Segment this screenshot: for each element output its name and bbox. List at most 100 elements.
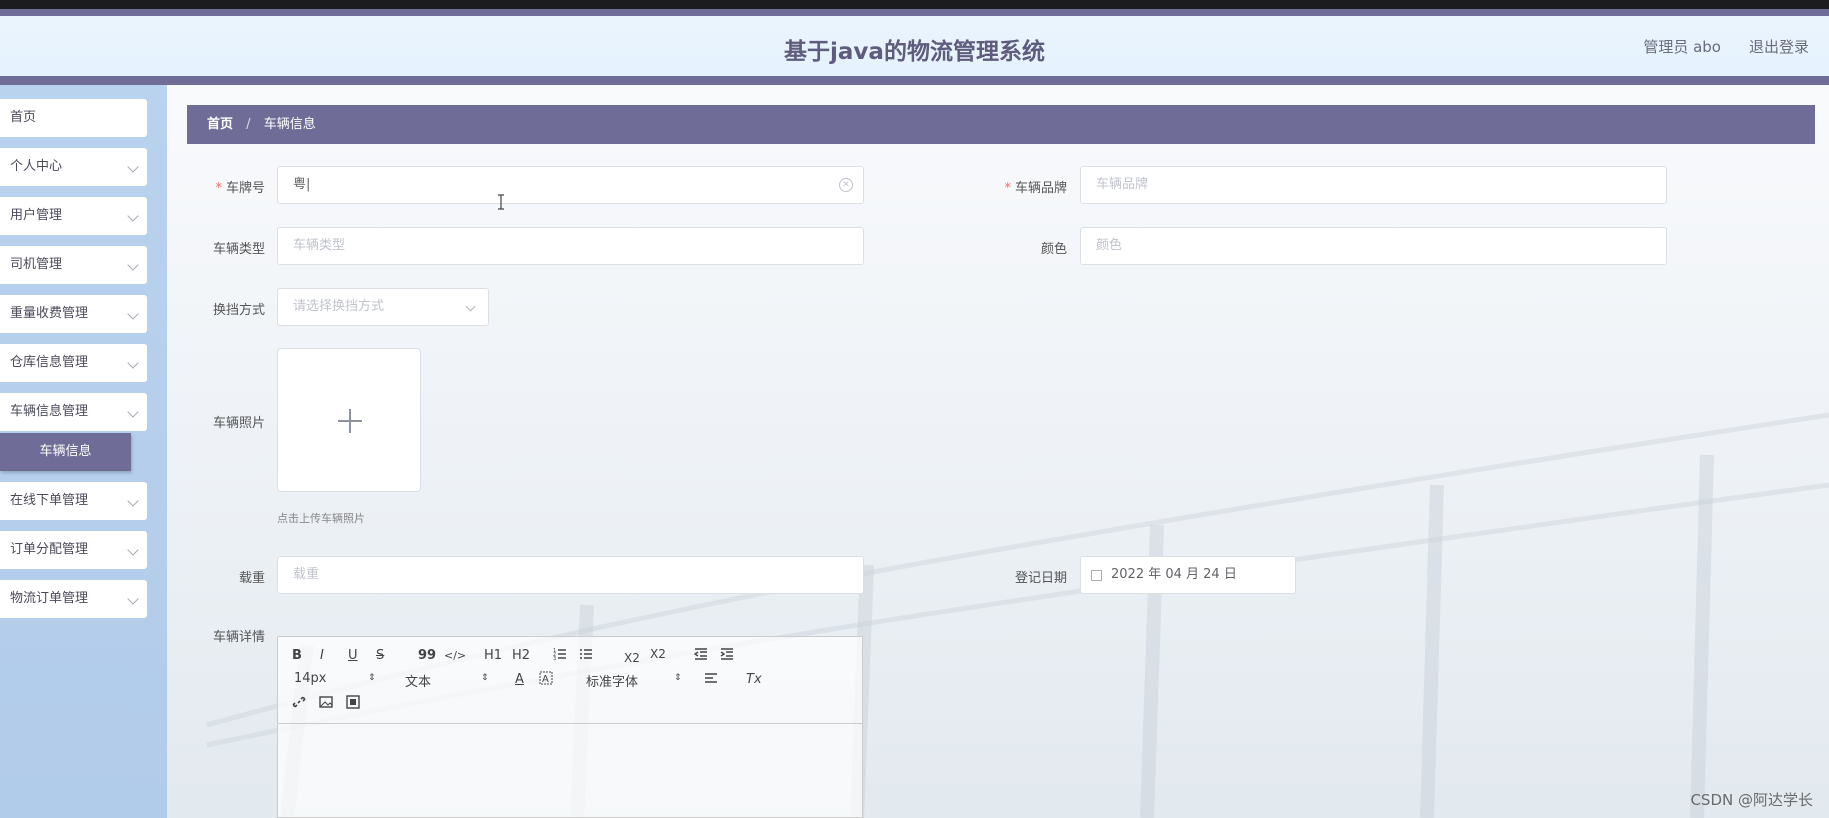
superscript-button[interactable]: X2 [650,645,666,663]
sidebar-item-label: 仓库信息管理 [10,355,89,370]
photo-upload-tip: 点击上传车辆照片 [277,512,365,525]
ordered-list-icon[interactable]: 123 [553,647,567,665]
strike-button[interactable]: S [376,647,384,665]
sidebar-item-label: 用户管理 [10,208,63,223]
chevron-down-icon [127,210,139,222]
align-left-icon[interactable] [704,671,718,689]
register-date-label: 登记日期 [1014,571,1067,586]
top-accent-strip [0,9,1829,16]
vehicle-type-label: 车辆类型 [212,242,265,257]
italic-button[interactable]: I [320,647,324,665]
sidebar-item-label: 首页 [10,110,37,125]
chevron-down-icon [127,544,139,556]
chevron-down-icon [127,593,139,605]
sidebar-item-label: 在线下单管理 [10,493,89,508]
register-date-value: 2022 年 04 月 24 日 [1111,567,1237,582]
sidebar-item-vehicle-management[interactable]: 车辆信息管理 [0,393,147,431]
sidebar-subitem-vehicle-info[interactable]: 车辆信息 [0,433,131,471]
required-mark: * [1004,181,1011,196]
breadcrumb-separator: / [246,117,251,132]
plus-icon [349,409,351,433]
select-arrows-icon: ⇕ [368,673,376,683]
chevron-down-icon [465,301,476,312]
blockquote-button[interactable]: 99 [418,647,436,665]
brand-label: * 车辆品牌 [1004,181,1067,196]
heading2-button[interactable]: H2 [512,647,530,665]
load-input[interactable]: 载重 [277,556,864,594]
color-input[interactable]: 颜色 [1080,227,1667,265]
svg-text:3: 3 [553,656,556,661]
select-arrows-icon: ⇕ [674,673,682,683]
plate-number-input[interactable]: 粤| ✕ [277,166,864,204]
indent-increase-icon[interactable] [720,647,734,665]
chevron-down-icon [127,406,139,418]
top-dark-strip [0,0,1829,9]
chevron-down-icon [127,357,139,369]
watermark: CSDN @阿达学长 [1690,791,1813,809]
sidebar-item-logistics-order-management[interactable]: 物流订单管理 [0,580,147,618]
chevron-down-icon [127,161,139,173]
font-color-button[interactable]: A [515,671,524,689]
header-divider [0,76,1829,85]
sidebar-item-label: 车辆信息管理 [10,404,89,419]
underline-button[interactable]: U [348,647,358,665]
plate-label: * 车牌号 [215,181,265,196]
clear-format-button[interactable]: Tx [746,671,762,689]
brand-input[interactable]: 车辆品牌 [1080,166,1667,204]
font-family-select[interactable]: 标准字体 ⇕ [586,671,682,690]
calendar-icon [1091,570,1102,581]
sidebar-item-label: 重量收费管理 [10,306,89,321]
breadcrumb: 首页 / 车辆信息 [187,105,1815,144]
gear-select[interactable]: 请选择换挡方式 [277,288,489,326]
sidebar-item-label: 物流订单管理 [10,591,89,606]
photo-upload-box[interactable] [277,348,421,492]
sidebar: 首页 个人中心 用户管理 司机管理 重量收费管理 仓库信息管理 车辆信息管理 车… [0,85,167,818]
sidebar-item-label: 司机管理 [10,257,63,272]
clear-icon[interactable]: ✕ [839,178,853,192]
chevron-down-icon [127,259,139,271]
gear-select-placeholder: 请选择换挡方式 [293,299,385,314]
plate-number-value: 粤| [293,177,311,192]
font-size-select[interactable]: 14px ⇕ [294,671,376,689]
sidebar-item-home[interactable]: 首页 [0,99,147,137]
video-icon[interactable] [346,695,360,713]
indent-decrease-icon[interactable] [693,647,708,665]
app-header: 基于java的物流管理系统 管理员 abo 退出登录 [0,16,1829,76]
required-mark: * [215,181,222,196]
breadcrumb-home[interactable]: 首页 [207,117,233,132]
sidebar-item-warehouse-management[interactable]: 仓库信息管理 [0,344,147,382]
link-icon[interactable] [292,695,306,713]
load-label: 载重 [238,571,265,586]
register-date-input[interactable]: 2022 年 04 月 24 日 [1080,556,1296,594]
text-type-select[interactable]: 文本 ⇕ [405,671,489,690]
photo-label: 车辆照片 [212,416,265,431]
breadcrumb-current: 车辆信息 [263,117,316,132]
select-arrows-icon: ⇕ [481,673,489,683]
heading1-button[interactable]: H1 [484,647,502,665]
gear-label: 换挡方式 [212,303,265,318]
sidebar-item-weight-fee-management[interactable]: 重量收费管理 [0,295,147,333]
chevron-down-icon [127,308,139,320]
sidebar-item-personal-center[interactable]: 个人中心 [0,148,147,186]
bullet-list-icon[interactable] [579,647,593,665]
rich-text-editor: B I U S 99 </> H1 H2 123 X2 X2 14px ⇕ 文本… [277,636,863,818]
editor-toolbar: B I U S 99 </> H1 H2 123 X2 X2 14px ⇕ 文本… [278,637,862,724]
vehicle-type-input[interactable]: 车辆类型 [277,227,864,265]
logout-link[interactable]: 退出登录 [1749,36,1809,57]
sidebar-item-order-assignment-management[interactable]: 订单分配管理 [0,531,147,569]
detail-label: 车辆详情 [212,630,265,645]
background-color-icon[interactable]: A [539,671,553,689]
color-label: 颜色 [1040,242,1067,257]
bold-button[interactable]: B [292,647,302,665]
subscript-button[interactable]: X2 [624,649,640,667]
current-user-label: 管理员 abo [1643,38,1721,56]
image-icon[interactable] [319,695,333,713]
sidebar-item-online-order-management[interactable]: 在线下单管理 [0,482,147,520]
text-cursor-icon [498,194,504,210]
sidebar-item-user-management[interactable]: 用户管理 [0,197,147,235]
chevron-down-icon [127,495,139,507]
app-title: 基于java的物流管理系统 [784,39,1045,65]
sidebar-item-label: 订单分配管理 [10,542,89,557]
code-block-button[interactable]: </> [444,647,466,665]
sidebar-item-driver-management[interactable]: 司机管理 [0,246,147,284]
